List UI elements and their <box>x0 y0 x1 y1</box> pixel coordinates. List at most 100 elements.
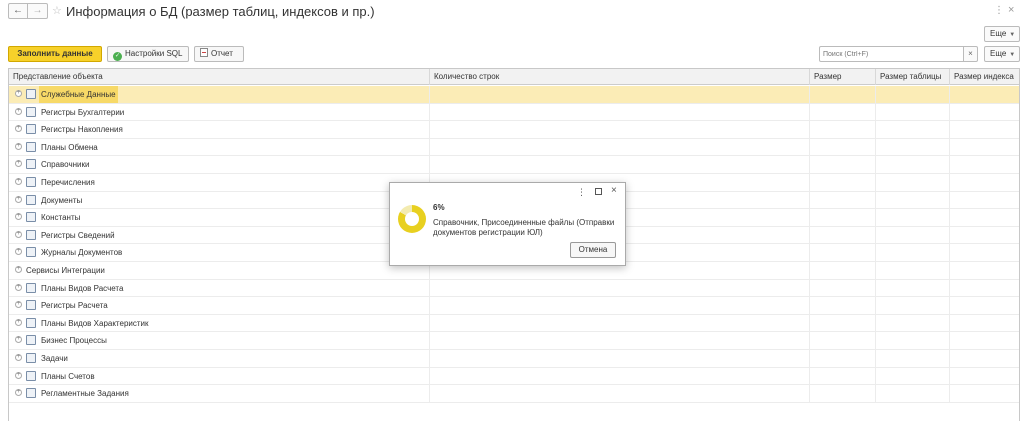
page-title: Информация о БД (размер таблиц, индексов… <box>66 4 375 19</box>
row-label: Регистры Накопления <box>41 125 123 135</box>
back-button[interactable]: ← <box>8 3 28 19</box>
table-row[interactable]: + Служебные Данные <box>9 86 1019 104</box>
row-label: Планы Обмена <box>41 142 98 152</box>
table-cell <box>950 350 1019 367</box>
table-cell <box>810 138 876 156</box>
table-cell <box>876 261 950 279</box>
table-cell <box>950 192 1019 209</box>
row-label: Константы <box>41 213 81 223</box>
table-row[interactable]: + Задачи <box>9 349 1019 368</box>
column-header-row-count[interactable]: Количество строк <box>430 69 810 85</box>
business-process-icon <box>26 335 36 346</box>
table-cell <box>876 244 950 262</box>
table-cell <box>430 385 810 403</box>
table-row[interactable]: + Регистры Накопления <box>9 121 1019 139</box>
table-cell <box>810 367 876 385</box>
column-header-index-size[interactable]: Размер индекса <box>950 69 1019 85</box>
dialog-maximize-icon[interactable] <box>595 188 602 195</box>
expand-icon[interactable]: + <box>15 353 22 361</box>
row-label: Планы Видов Характеристик <box>41 318 149 328</box>
table-cell <box>950 368 1019 385</box>
row-label: Планы Видов Расчета <box>41 283 124 293</box>
search-input[interactable] <box>819 46 964 62</box>
table-cell <box>950 262 1019 279</box>
progress-percent: 6% <box>433 203 445 212</box>
table-row[interactable]: + Планы Видов Расчета <box>9 279 1019 298</box>
table-row[interactable]: + Справочники <box>9 156 1019 174</box>
table-cell <box>810 121 876 139</box>
cancel-button[interactable]: Отмена <box>570 242 616 258</box>
accumulation-register-icon <box>26 124 36 135</box>
expand-icon[interactable]: + <box>15 177 22 185</box>
table-cell <box>876 121 950 139</box>
window-close-icon[interactable]: × <box>1008 4 1014 16</box>
window-menu-icon[interactable]: ⋮ <box>994 5 1004 17</box>
table-row[interactable]: + Регистры Расчета <box>9 297 1019 315</box>
table-row[interactable]: + Планы Видов Характеристик <box>9 314 1019 333</box>
table-cell <box>876 156 950 174</box>
fill-data-button[interactable]: Заполнить данные <box>8 46 102 62</box>
dialog-menu-icon[interactable]: ⋮ <box>577 186 586 198</box>
table-row[interactable]: + Планы Обмена <box>9 138 1019 157</box>
row-label: Планы Счетов <box>41 371 95 381</box>
toolbar-more-label: Еще <box>990 49 1007 58</box>
row-label: Перечисления <box>41 177 95 187</box>
sql-settings-label: Настройки SQL <box>125 49 183 58</box>
table-cell <box>430 314 810 332</box>
table-row[interactable]: + Бизнес Процессы <box>9 332 1019 350</box>
toolbar-more-button[interactable]: Еще ▼ <box>984 46 1020 62</box>
column-header-object[interactable]: Представление объекта <box>9 69 430 85</box>
expand-icon[interactable]: + <box>15 230 22 238</box>
row-label: Бизнес Процессы <box>41 336 107 346</box>
table-row[interactable]: + Регламентные Задания <box>9 385 1019 403</box>
table-cell <box>876 385 950 403</box>
table-cell <box>950 174 1019 191</box>
expand-icon[interactable]: + <box>15 371 22 379</box>
accounting-register-icon <box>26 106 36 117</box>
column-header-size[interactable]: Размер <box>810 69 876 85</box>
table-cell <box>876 86 950 103</box>
row-label: Справочники <box>41 160 90 170</box>
expand-icon[interactable]: + <box>15 142 22 150</box>
table-cell <box>810 103 876 121</box>
table-cell <box>876 138 950 156</box>
table-cell <box>876 332 950 350</box>
table-cell <box>950 297 1019 314</box>
table-cell <box>430 86 810 103</box>
row-label: Журналы Документов <box>41 248 123 258</box>
progress-dialog: ⋮ × 6% Справочник, Присоединенные файлы … <box>389 182 626 266</box>
table-cell <box>876 314 950 332</box>
report-label: Отчет <box>211 49 233 58</box>
table-cell <box>810 261 876 279</box>
calculation-types-plan-icon <box>26 282 36 293</box>
expand-icon[interactable]: + <box>15 318 22 326</box>
search-clear-button[interactable]: × <box>964 46 978 62</box>
table-cell <box>950 280 1019 297</box>
table-cell <box>9 349 430 367</box>
dialog-close-icon[interactable]: × <box>611 185 617 197</box>
table-row[interactable]: + Планы Счетов <box>9 367 1019 386</box>
expand-icon[interactable]: + <box>15 283 22 291</box>
sql-settings-button[interactable]: ✓ Настройки SQL <box>107 46 189 62</box>
table-cell <box>430 332 810 350</box>
expand-icon[interactable]: + <box>15 195 22 203</box>
favorite-star-icon[interactable]: ☆ <box>52 4 62 18</box>
expand-icon[interactable]: + <box>15 265 22 273</box>
row-label: Служебные Данные <box>39 86 118 103</box>
column-header-table-size[interactable]: Размер таблицы <box>876 69 950 85</box>
row-label: Регистры Расчета <box>41 301 108 311</box>
table-cell <box>950 209 1019 226</box>
table-cell <box>430 279 810 297</box>
report-button[interactable]: Отчет <box>194 46 244 62</box>
table-cell <box>950 86 1019 103</box>
table-cell <box>810 314 876 332</box>
table-cell <box>876 173 950 191</box>
table-cell <box>876 226 950 244</box>
forward-button[interactable]: → <box>28 3 48 19</box>
table-row[interactable]: + Регистры Бухгалтерии <box>9 103 1019 122</box>
document-journal-icon <box>26 247 36 258</box>
expand-icon[interactable]: + <box>15 90 22 97</box>
header-more-button[interactable]: Еще ▼ <box>984 26 1020 42</box>
table-cell <box>950 332 1019 349</box>
expand-icon[interactable]: + <box>15 107 22 115</box>
